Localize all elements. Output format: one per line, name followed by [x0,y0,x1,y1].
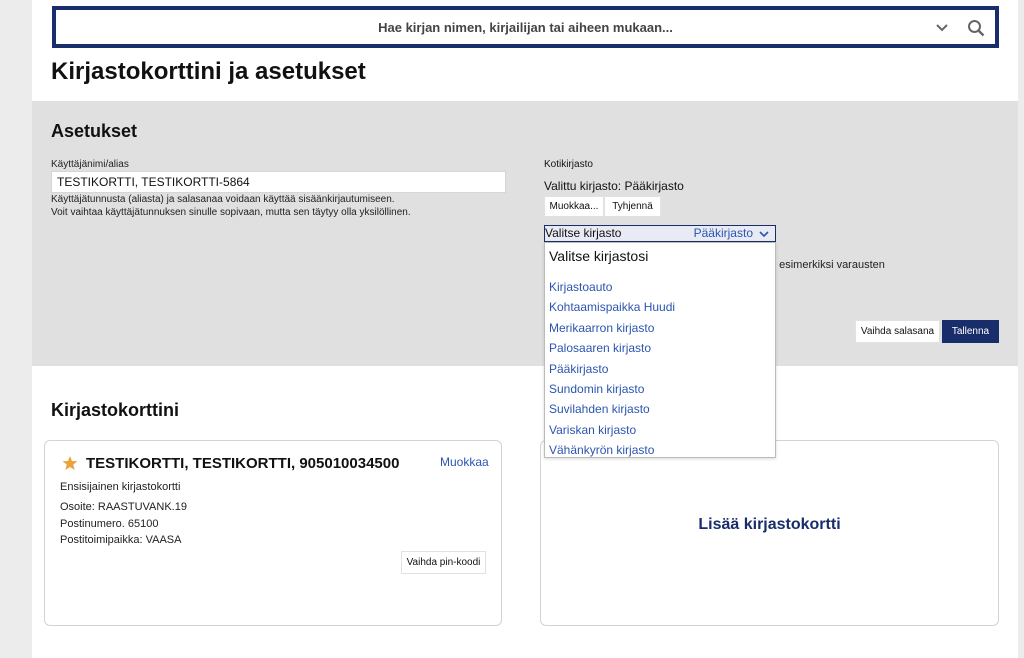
dropdown-list: Kirjastoauto Kohtaamispaikka Huudi Merik… [549,277,675,461]
home-library-label: Kotikirjasto [544,159,593,170]
star-icon [62,456,78,470]
username-field[interactable] [51,171,506,193]
dropdown-option[interactable]: Kohtaamispaikka Huudi [549,297,675,317]
username-label: Käyttäjänimi/alias [51,159,129,170]
dropdown-heading: Valitse kirjastosi [549,248,649,264]
chevron-down-icon [759,231,769,238]
dropdown-option[interactable]: Suvilahden kirjasto [549,399,675,419]
settings-title: Asetukset [51,121,138,141]
change-password-button[interactable]: Vaihda salasana [855,320,940,343]
postal-code-text: Postinumero. 65100 [60,518,159,530]
city-text: Postitoimipaikka: VAASA [60,534,182,546]
library-select-value: Pääkirjasto [693,226,753,240]
library-select[interactable]: Valitse kirjasto Pääkirjasto [544,225,776,242]
change-pin-button[interactable]: Vaihda pin-koodi [401,551,486,574]
save-button[interactable]: Tallenna [942,320,999,343]
username-help: Käyttäjätunnusta (aliasta) ja salasanaa … [51,193,511,219]
search-icon[interactable] [967,19,985,37]
dropdown-option[interactable]: Merikaarron kirjasto [549,318,675,338]
dropdown-option[interactable]: Variskan kirjasto [549,420,675,440]
help-line-1: Käyttäjätunnusta (aliasta) ja salasanaa … [51,194,395,205]
dropdown-option[interactable]: Pääkirjasto [549,359,675,379]
library-dropdown: Valitse kirjastosi Kirjastoauto Kohtaami… [544,242,776,458]
add-card-link[interactable]: Lisää kirjastokortti [540,516,999,534]
help-line-2: Voit vaihtaa käyttäjätunnuksen sinulle s… [51,207,411,218]
search-bar[interactable] [52,6,999,48]
edit-card-link[interactable]: Muokkaa [440,455,489,469]
notification-text: lla, esimerkiksi varausten [762,259,885,271]
library-select-placeholder: Valitse kirjasto [545,226,622,240]
dropdown-option[interactable]: Vähänkyrön kirjasto [549,440,675,460]
search-input[interactable] [56,10,995,44]
library-cards-title: Kirjastokorttini [51,400,180,420]
dropdown-option[interactable]: Palosaaren kirjasto [549,338,675,358]
page-title: Kirjastokorttini ja asetukset [51,58,366,85]
primary-card-text: Ensisijainen kirjastokortti [60,481,181,493]
selected-library-text: Valittu kirjasto: Pääkirjasto [544,179,684,193]
clear-library-button[interactable]: Tyhjennä [604,196,661,217]
dropdown-option[interactable]: Kirjastoauto [549,277,675,297]
dropdown-option[interactable]: Sundomin kirjasto [549,379,675,399]
card-name: TESTIKORTTI, TESTIKORTTI, 905010034500 [86,455,400,472]
edit-library-button[interactable]: Muokkaa... [544,196,604,217]
address-text: Osoite: RAASTUVANK.19 [60,501,187,513]
chevron-down-icon[interactable] [935,21,949,35]
